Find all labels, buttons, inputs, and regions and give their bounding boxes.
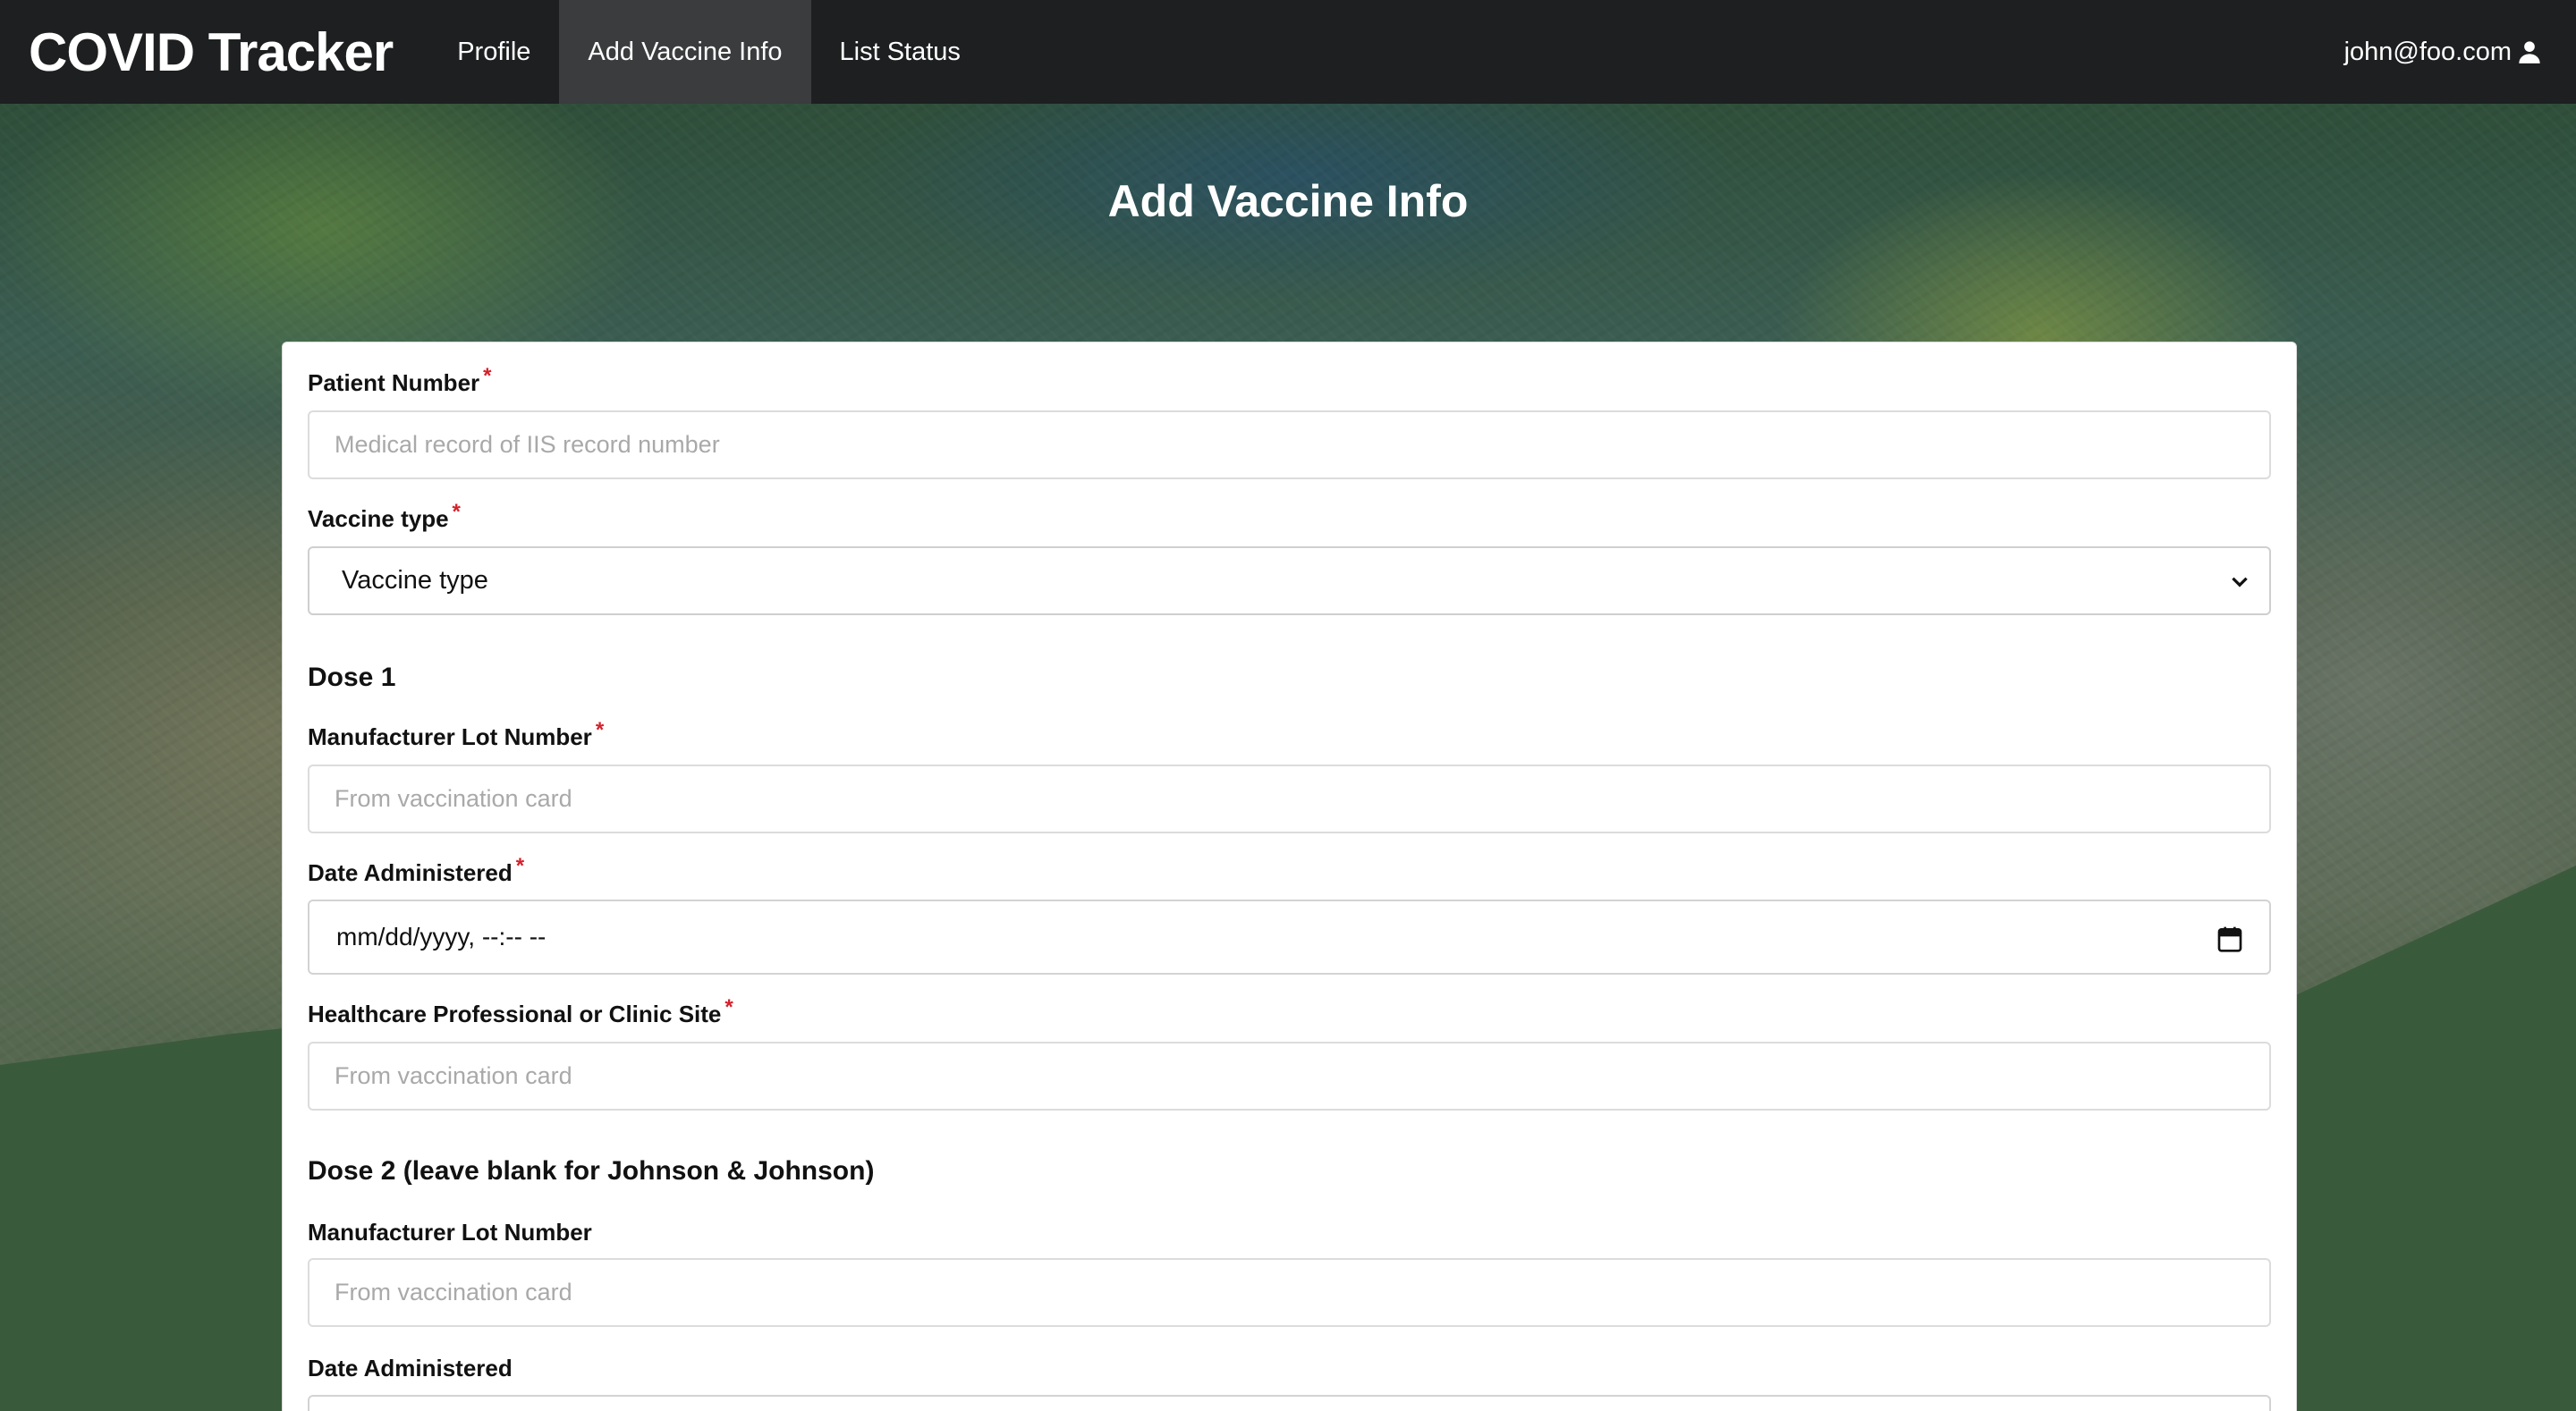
dose2-lot-input[interactable] bbox=[308, 1258, 2271, 1327]
dose1-heading: Dose 1 bbox=[308, 663, 396, 692]
brand-logo[interactable]: COVID Tracker bbox=[29, 21, 394, 83]
vaccine-type-select[interactable]: Vaccine type bbox=[308, 546, 2271, 615]
required-marker: * bbox=[452, 500, 461, 524]
user-menu[interactable]: john@foo.com bbox=[2344, 38, 2542, 67]
dose1-site-label: Healthcare Professional or Clinic Site * bbox=[308, 995, 733, 1027]
required-marker: * bbox=[515, 854, 525, 878]
nav-item-profile[interactable]: Profile bbox=[428, 0, 559, 104]
top-navbar: COVID Tracker Profile Add Vaccine Info L… bbox=[0, 0, 2576, 104]
vaccine-type-label: Vaccine type * bbox=[308, 500, 461, 532]
vaccine-type-selected: Vaccine type bbox=[342, 566, 488, 595]
dose1-date-label: Date Administered * bbox=[308, 854, 525, 886]
dose2-heading: Dose 2 (leave blank for Johnson & Johnso… bbox=[308, 1156, 875, 1186]
nav-item-add-vaccine-info[interactable]: Add Vaccine Info bbox=[559, 0, 811, 104]
dose1-date-input[interactable]: mm/dd/yyyy, --:-- -- bbox=[308, 900, 2271, 975]
dose1-date-value: mm/dd/yyyy, --:-- -- bbox=[336, 923, 547, 951]
dose2-lot-label: Manufacturer Lot Number bbox=[308, 1219, 592, 1246]
chevron-down-icon bbox=[2232, 577, 2248, 587]
dose2-date-label: Date Administered bbox=[308, 1355, 513, 1381]
dose2-date-input[interactable] bbox=[308, 1395, 2271, 1411]
dose1-lot-input[interactable] bbox=[308, 765, 2271, 833]
page-title: Add Vaccine Info bbox=[1107, 176, 1469, 226]
required-marker: * bbox=[724, 995, 733, 1019]
required-marker: * bbox=[483, 364, 492, 388]
user-icon bbox=[2519, 41, 2540, 63]
dose1-site-input[interactable] bbox=[308, 1042, 2271, 1111]
user-email: john@foo.com bbox=[2343, 37, 2512, 66]
nav-item-list-status[interactable]: List Status bbox=[811, 0, 989, 104]
patient-number-label: Patient Number * bbox=[308, 364, 492, 396]
patient-number-input[interactable] bbox=[308, 410, 2271, 479]
calendar-icon[interactable] bbox=[2216, 925, 2244, 953]
vaccine-form-card: Patient Number* Vaccine type* Vaccine ty… bbox=[282, 342, 2297, 1411]
required-marker: * bbox=[595, 718, 605, 742]
dose1-lot-label: Manufacturer Lot Number * bbox=[308, 718, 605, 750]
